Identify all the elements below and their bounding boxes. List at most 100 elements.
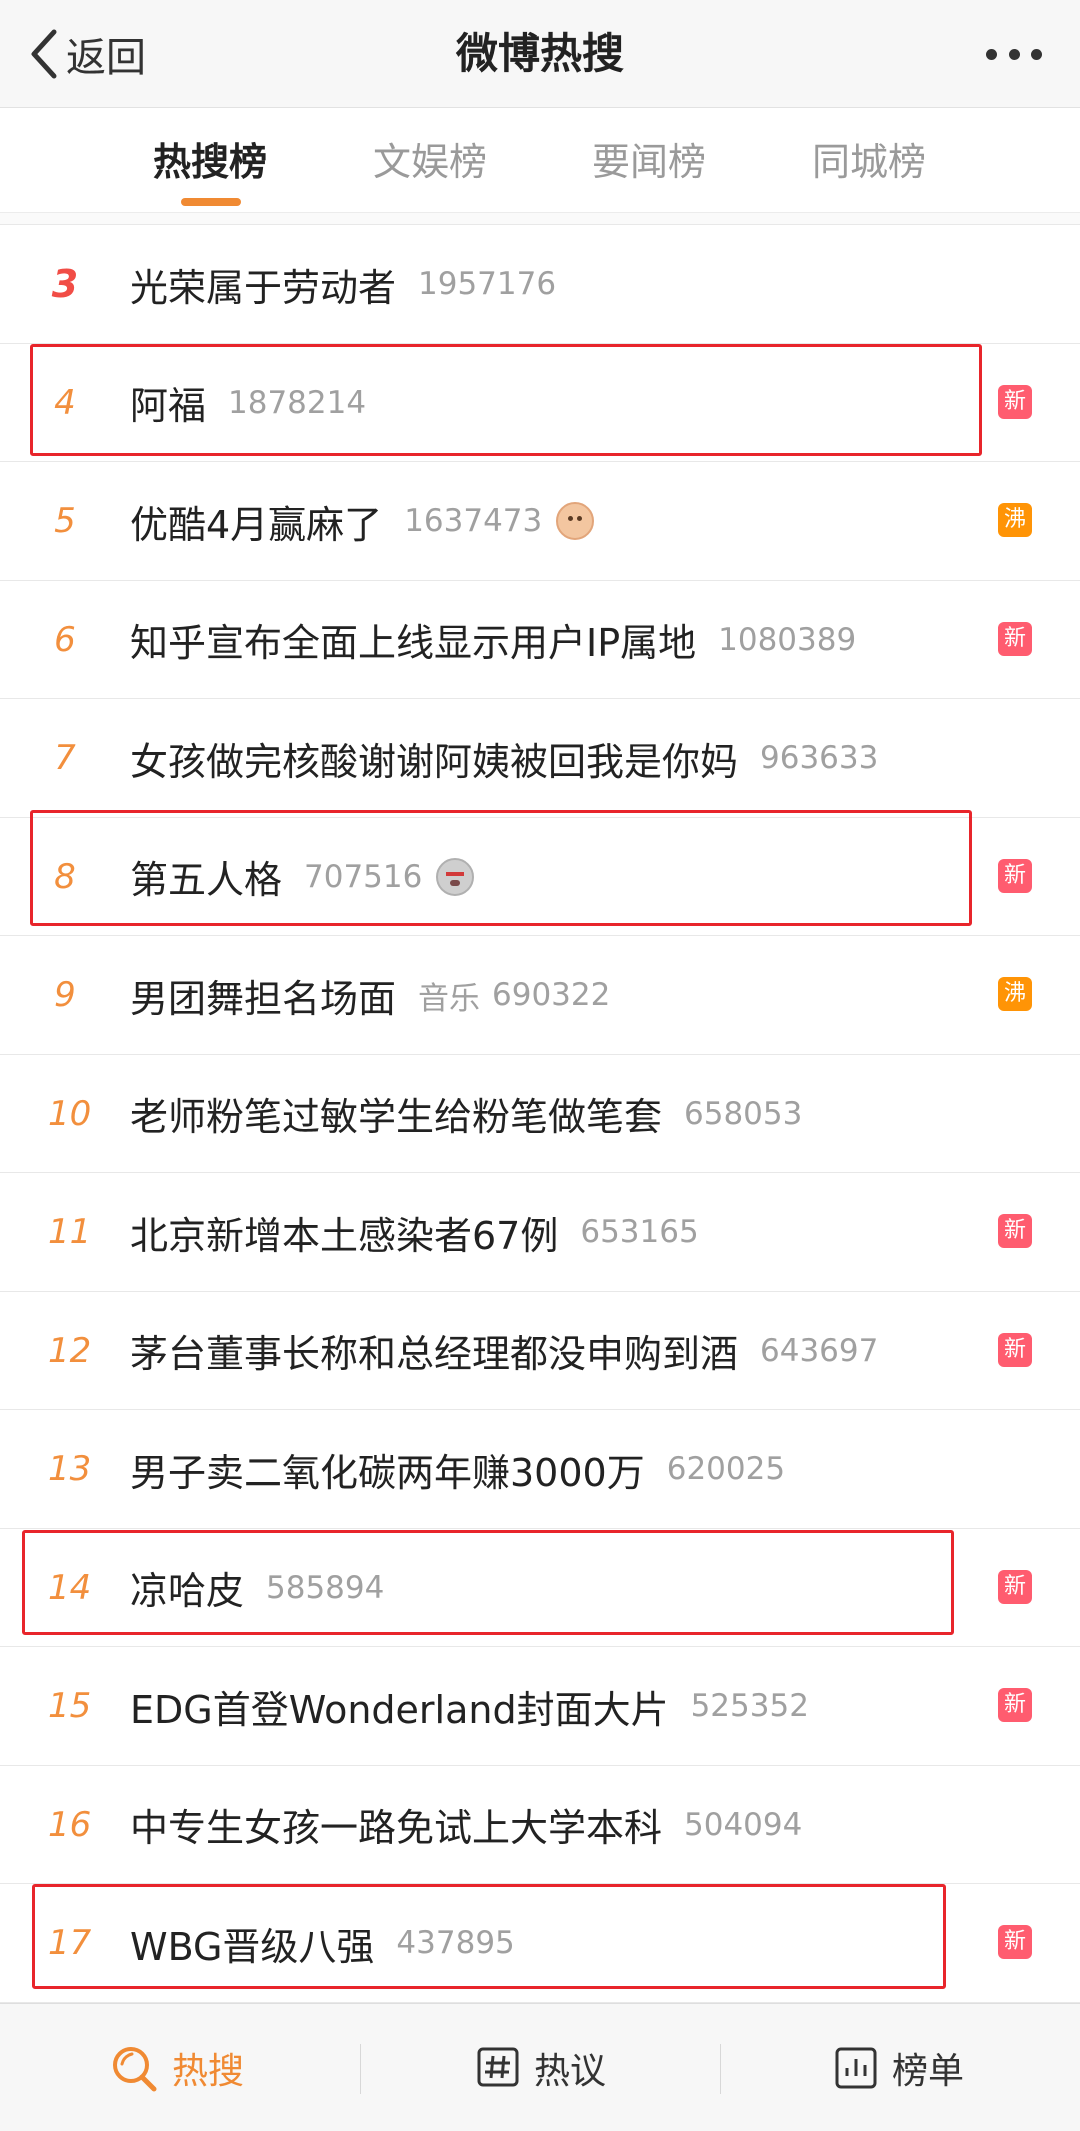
rank-number: 15 [48,1686,92,1726]
list-item[interactable]: 9 男团舞担名场面 音乐 690322 沸 [0,936,1080,1055]
tab-entertainment[interactable]: 文娱榜 [373,137,487,187]
list-item[interactable]: 15 EDG首登Wonderland封面大片 525352 新 [0,1647,1080,1766]
list-item[interactable]: 17 WBG晋级八强 437895 新 [0,1884,1080,2003]
topic-line: 男团舞担名场面 音乐 690322 [130,936,610,1054]
list-item[interactable]: 10 老师粉笔过敏学生给粉笔做笔套 658053 [0,1055,1080,1173]
nav-label: 热搜 [172,2051,245,2092]
topic-title[interactable]: 优酷4月赢麻了 [130,494,382,549]
topic-title[interactable]: EDG首登Wonderland封面大片 [130,1679,669,1734]
rank-number: 6 [54,619,76,660]
hot-badge: 沸 [998,503,1032,537]
topic-title[interactable]: 男子卖二氧化碳两年赚3000万 [130,1442,645,1497]
topic-line: 老师粉笔过敏学生给粉笔做笔套 658053 [130,1055,802,1173]
heat-count: 1878214 [228,384,367,421]
nav-rankings[interactable]: 榜单 [834,2004,964,2131]
rank-number: 17 [48,1923,92,1963]
list-item[interactable]: 6 知乎宣布全面上线显示用户IP属地 1080389 新 [0,581,1080,699]
list-item[interactable]: 16 中专生女孩一路免试上大学本科 504094 [0,1766,1080,1884]
bottom-nav: 热搜 热议 榜单 [0,2003,1080,2131]
nav-label: 榜单 [892,2051,965,2092]
topic-line: 优酷4月赢麻了 1637473 [130,462,595,580]
heat-count: 525352 [690,1688,809,1724]
section-divider [0,213,1080,225]
topic-line: 第五人格 707516 [130,818,475,936]
tab-local[interactable]: 同城榜 [812,137,926,187]
new-badge: 新 [998,1214,1032,1248]
topic-line: 凉哈皮 585894 [130,1529,384,1647]
heat-count: 643697 [760,1332,879,1369]
ranking-tabs: 热搜榜 文娱榜 要闻榜 同城榜 [0,109,1080,213]
topic-title[interactable]: 北京新增本土感染者67例 [130,1205,558,1260]
heat-count: 690322 [492,977,611,1013]
more-dot-icon [986,48,997,60]
topic-title[interactable]: 茅台董事长称和总经理都没申购到酒 [130,1323,738,1378]
list-item[interactable]: 7 女孩做完核酸谢谢阿姨被回我是你妈 963633 [0,699,1080,818]
heat-count: 707516 [304,858,423,895]
topic-category: 音乐 [418,980,481,1017]
new-badge: 新 [998,1688,1032,1722]
list-item[interactable]: 14 凉哈皮 585894 新 [0,1529,1080,1647]
dog-face-icon [556,502,595,540]
list-item[interactable]: 13 男子卖二氧化碳两年赚3000万 620025 [0,1410,1080,1529]
topic-line: 知乎宣布全面上线显示用户IP属地 1080389 [130,581,856,699]
tab-hot-search[interactable]: 热搜榜 [153,137,267,187]
hot-search-icon [113,2047,157,2092]
rank-number: 9 [54,975,76,1015]
rank-number: 12 [48,1330,92,1371]
topic-title[interactable]: 中专生女孩一路免试上大学本科 [130,1797,662,1852]
topic-title[interactable]: 阿福 [130,375,206,430]
list-item[interactable]: 12 茅台董事长称和总经理都没申购到酒 643697 新 [0,1292,1080,1410]
heat-count: 963633 [760,740,879,776]
active-tab-indicator [181,198,241,206]
topic-line: 北京新增本土感染者67例 653165 [130,1173,699,1291]
topic-title[interactable]: 第五人格 [130,849,282,904]
rank-number: 13 [48,1449,92,1489]
angry-face-icon [436,857,475,896]
rank-number: 7 [54,738,76,778]
list-item[interactable]: 3 光荣属于劳动者 1957176 [0,225,1080,344]
more-options-button[interactable] [986,36,1042,72]
heat-count: 620025 [666,1451,786,1487]
heat-count: 658053 [684,1095,803,1132]
topic-title[interactable]: 男团舞担名场面 [130,968,396,1023]
nav-divider [720,2044,721,2094]
nav-label: 热议 [534,2051,607,2092]
list-item[interactable]: 8 第五人格 707516 新 [0,818,1080,936]
heat-count: 437895 [396,1925,515,1961]
new-badge: 新 [998,858,1032,893]
topic-line: 光荣属于劳动者 1957176 [130,225,556,343]
topic-title[interactable]: 女孩做完核酸谢谢阿姨被回我是你妈 [130,731,738,786]
topic-title[interactable]: WBG晋级八强 [130,1916,374,1971]
new-badge: 新 [998,1569,1032,1604]
nav-hot-search[interactable]: 热搜 [110,2004,244,2131]
hot-badge: 沸 [998,977,1032,1011]
heat-count: 1637473 [404,503,543,539]
rank-number: 8 [54,856,76,897]
hot-search-list: 3 光荣属于劳动者 1957176 4 阿福 1878214 新 5 优酷4月赢麻了 163747… [0,225,1080,2003]
topic-line: WBG晋级八强 437895 [130,1884,515,2002]
list-item[interactable]: 11 北京新增本土感染者67例 653165 新 [0,1173,1080,1292]
hashtag-icon [477,2047,519,2087]
topic-line: 女孩做完核酸谢谢阿姨被回我是你妈 963633 [130,699,878,817]
tab-news[interactable]: 要闻榜 [592,137,706,187]
rank-number: 11 [48,1212,92,1252]
new-badge: 新 [998,384,1032,419]
topic-title[interactable]: 凉哈皮 [130,1560,244,1615]
heat-count: 504094 [684,1806,803,1843]
nav-divider [360,2044,361,2094]
more-dot-icon [1031,48,1042,60]
more-dot-icon [1008,48,1020,60]
topic-title[interactable]: 老师粉笔过敏学生给粉笔做笔套 [130,1086,662,1141]
list-item[interactable]: 4 阿福 1878214 新 [0,344,1080,462]
list-item[interactable]: 5 优酷4月赢麻了 1637473 沸 [0,462,1080,581]
heat-count: 653165 [580,1214,699,1250]
topic-title[interactable]: 知乎宣布全面上线显示用户IP属地 [130,612,696,667]
chart-icon [835,2047,877,2089]
new-badge: 新 [998,1332,1032,1367]
nav-discussion[interactable]: 热议 [476,2004,606,2131]
rank-number: 10 [48,1093,92,1134]
top-bar: 返回 微博热搜 [0,0,1080,108]
topic-title[interactable]: 光荣属于劳动者 [130,257,396,312]
topic-line: 男子卖二氧化碳两年赚3000万 620025 [130,1410,785,1528]
heat-count: 1080389 [718,621,857,658]
